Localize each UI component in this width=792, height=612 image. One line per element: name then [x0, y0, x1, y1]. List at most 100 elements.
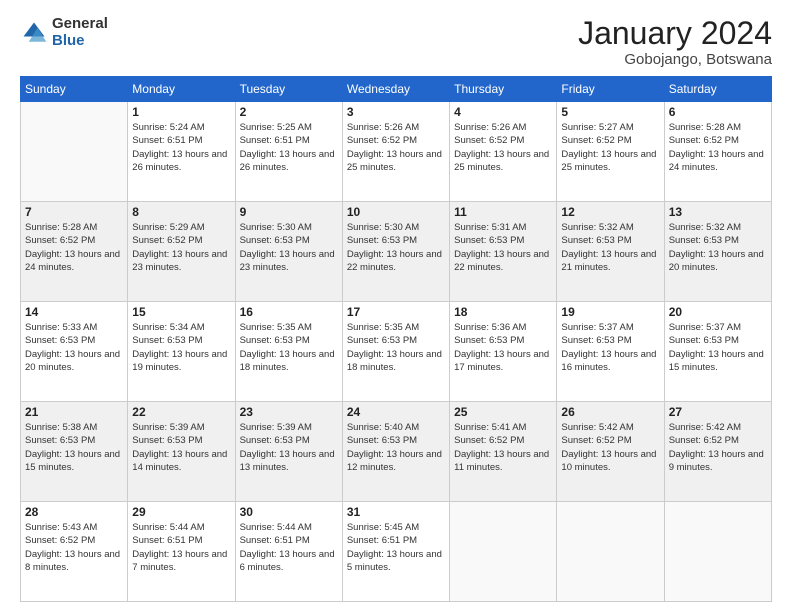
day-info: Sunrise: 5:32 AMSunset: 6:53 PMDaylight:… [561, 221, 659, 274]
day-number: 22 [132, 405, 230, 419]
day-info: Sunrise: 5:34 AMSunset: 6:53 PMDaylight:… [132, 321, 230, 374]
day-info: Sunrise: 5:43 AMSunset: 6:52 PMDaylight:… [25, 521, 123, 574]
calendar-day-cell: 28 Sunrise: 5:43 AMSunset: 6:52 PMDayligh… [21, 502, 128, 602]
calendar-day-cell: 15 Sunrise: 5:34 AMSunset: 6:53 PMDayligh… [128, 302, 235, 402]
day-number: 27 [669, 405, 767, 419]
calendar-day-cell: 7 Sunrise: 5:28 AMSunset: 6:52 PMDaylight… [21, 202, 128, 302]
calendar-day-cell [450, 502, 557, 602]
calendar-day-cell: 6Sunrise: 5:28 AMSunset: 6:52 PMDaylight… [664, 102, 771, 202]
calendar-day-cell: 18 Sunrise: 5:36 AMSunset: 6:53 PMDayligh… [450, 302, 557, 402]
day-number: 28 [25, 505, 123, 519]
calendar-day-cell: 5 Sunrise: 5:27 AMSunset: 6:52 PMDaylight… [557, 102, 664, 202]
day-info: Sunrise: 5:29 AMSunset: 6:52 PMDaylight:… [132, 221, 230, 274]
calendar-day-cell [557, 502, 664, 602]
day-info: Sunrise: 5:41 AMSunset: 6:52 PMDaylight:… [454, 421, 552, 474]
calendar-day-cell: 24 Sunrise: 5:40 AMSunset: 6:53 PMDayligh… [342, 402, 449, 502]
day-info: Sunrise: 5:35 AMSunset: 6:53 PMDaylight:… [347, 321, 445, 374]
day-number: 17 [347, 305, 445, 319]
calendar-week-row: 28 Sunrise: 5:43 AMSunset: 6:52 PMDayligh… [21, 502, 772, 602]
day-number: 30 [240, 505, 338, 519]
day-number: 15 [132, 305, 230, 319]
calendar-day-cell: 2 Sunrise: 5:25 AMSunset: 6:51 PMDaylight… [235, 102, 342, 202]
day-info: Sunrise: 5:30 AMSunset: 6:53 PMDaylight:… [347, 221, 445, 274]
calendar-day-cell: 20 Sunrise: 5:37 AMSunset: 6:53 PMDayligh… [664, 302, 771, 402]
calendar-day-cell: 8 Sunrise: 5:29 AMSunset: 6:52 PMDaylight… [128, 202, 235, 302]
calendar-day-cell: 16Sunrise: 5:35 AMSunset: 6:53 PMDayligh… [235, 302, 342, 402]
calendar-day-cell: 29 Sunrise: 5:44 AMSunset: 6:51 PMDayligh… [128, 502, 235, 602]
calendar-day-cell: 17 Sunrise: 5:35 AMSunset: 6:53 PMDayligh… [342, 302, 449, 402]
header-day-monday: Monday [128, 77, 235, 102]
logo-text: General Blue [52, 16, 108, 49]
day-info: Sunrise: 5:30 AMSunset: 6:53 PMDaylight:… [240, 221, 338, 274]
calendar-day-cell: 11Sunrise: 5:31 AMSunset: 6:53 PMDayligh… [450, 202, 557, 302]
day-number: 9 [240, 205, 338, 219]
calendar-table: SundayMondayTuesdayWednesdayThursdayFrid… [20, 76, 772, 602]
logo-general-text: General [52, 16, 108, 33]
calendar-title: January 2024 [578, 16, 772, 51]
day-number: 8 [132, 205, 230, 219]
calendar-day-cell: 26 Sunrise: 5:42 AMSunset: 6:52 PMDayligh… [557, 402, 664, 502]
calendar-day-cell: 10Sunrise: 5:30 AMSunset: 6:53 PMDayligh… [342, 202, 449, 302]
calendar-day-cell: 22 Sunrise: 5:39 AMSunset: 6:53 PMDayligh… [128, 402, 235, 502]
day-info: Sunrise: 5:39 AMSunset: 6:53 PMDaylight:… [240, 421, 338, 474]
calendar-day-cell: 14Sunrise: 5:33 AMSunset: 6:53 PMDayligh… [21, 302, 128, 402]
day-info: Sunrise: 5:27 AMSunset: 6:52 PMDaylight:… [561, 121, 659, 174]
day-number: 24 [347, 405, 445, 419]
day-number: 3 [347, 105, 445, 119]
calendar-day-cell: 19Sunrise: 5:37 AMSunset: 6:53 PMDayligh… [557, 302, 664, 402]
calendar-week-row: 14Sunrise: 5:33 AMSunset: 6:53 PMDayligh… [21, 302, 772, 402]
day-info: Sunrise: 5:24 AMSunset: 6:51 PMDaylight:… [132, 121, 230, 174]
day-info: Sunrise: 5:44 AMSunset: 6:51 PMDaylight:… [240, 521, 338, 574]
calendar-week-row: 7 Sunrise: 5:28 AMSunset: 6:52 PMDaylight… [21, 202, 772, 302]
day-number: 20 [669, 305, 767, 319]
calendar-day-cell: 13Sunrise: 5:32 AMSunset: 6:53 PMDayligh… [664, 202, 771, 302]
calendar-day-cell: 9 Sunrise: 5:30 AMSunset: 6:53 PMDaylight… [235, 202, 342, 302]
calendar-week-row: 1Sunrise: 5:24 AMSunset: 6:51 PMDaylight… [21, 102, 772, 202]
calendar-day-cell: 30 Sunrise: 5:44 AMSunset: 6:51 PMDayligh… [235, 502, 342, 602]
calendar-subtitle: Gobojango, Botswana [578, 51, 772, 68]
day-number: 5 [561, 105, 659, 119]
day-number: 25 [454, 405, 552, 419]
day-info: Sunrise: 5:39 AMSunset: 6:53 PMDaylight:… [132, 421, 230, 474]
calendar-day-cell: 12 Sunrise: 5:32 AMSunset: 6:53 PMDayligh… [557, 202, 664, 302]
day-number: 4 [454, 105, 552, 119]
calendar-day-cell: 4 Sunrise: 5:26 AMSunset: 6:52 PMDaylight… [450, 102, 557, 202]
calendar-day-cell: 25 Sunrise: 5:41 AMSunset: 6:52 PMDayligh… [450, 402, 557, 502]
day-info: Sunrise: 5:26 AMSunset: 6:52 PMDaylight:… [347, 121, 445, 174]
day-number: 26 [561, 405, 659, 419]
day-info: Sunrise: 5:40 AMSunset: 6:53 PMDaylight:… [347, 421, 445, 474]
day-info: Sunrise: 5:42 AMSunset: 6:52 PMDaylight:… [669, 421, 767, 474]
day-number: 2 [240, 105, 338, 119]
logo-icon [20, 19, 48, 47]
calendar-day-cell: 23 Sunrise: 5:39 AMSunset: 6:53 PMDayligh… [235, 402, 342, 502]
header-day-tuesday: Tuesday [235, 77, 342, 102]
day-info: Sunrise: 5:37 AMSunset: 6:53 PMDaylight:… [561, 321, 659, 374]
day-number: 7 [25, 205, 123, 219]
header-day-saturday: Saturday [664, 77, 771, 102]
day-info: Sunrise: 5:26 AMSunset: 6:52 PMDaylight:… [454, 121, 552, 174]
calendar-week-row: 21Sunrise: 5:38 AMSunset: 6:53 PMDayligh… [21, 402, 772, 502]
page: General Blue January 2024 Gobojango, Bot… [0, 0, 792, 612]
day-number: 12 [561, 205, 659, 219]
day-number: 18 [454, 305, 552, 319]
day-info: Sunrise: 5:28 AMSunset: 6:52 PMDaylight:… [669, 121, 767, 174]
logo-blue-text: Blue [52, 33, 108, 50]
day-info: Sunrise: 5:28 AMSunset: 6:52 PMDaylight:… [25, 221, 123, 274]
day-number: 29 [132, 505, 230, 519]
day-info: Sunrise: 5:25 AMSunset: 6:51 PMDaylight:… [240, 121, 338, 174]
header: General Blue January 2024 Gobojango, Bot… [20, 16, 772, 68]
day-info: Sunrise: 5:37 AMSunset: 6:53 PMDaylight:… [669, 321, 767, 374]
day-info: Sunrise: 5:36 AMSunset: 6:53 PMDaylight:… [454, 321, 552, 374]
day-number: 11 [454, 205, 552, 219]
day-info: Sunrise: 5:38 AMSunset: 6:53 PMDaylight:… [25, 421, 123, 474]
calendar-day-cell: 31Sunrise: 5:45 AMSunset: 6:51 PMDayligh… [342, 502, 449, 602]
day-info: Sunrise: 5:42 AMSunset: 6:52 PMDaylight:… [561, 421, 659, 474]
day-info: Sunrise: 5:45 AMSunset: 6:51 PMDaylight:… [347, 521, 445, 574]
day-info: Sunrise: 5:44 AMSunset: 6:51 PMDaylight:… [132, 521, 230, 574]
calendar-day-cell [21, 102, 128, 202]
title-area: January 2024 Gobojango, Botswana [578, 16, 772, 68]
calendar-day-cell: 1Sunrise: 5:24 AMSunset: 6:51 PMDaylight… [128, 102, 235, 202]
header-day-thursday: Thursday [450, 77, 557, 102]
calendar-day-cell: 3 Sunrise: 5:26 AMSunset: 6:52 PMDaylight… [342, 102, 449, 202]
day-number: 23 [240, 405, 338, 419]
